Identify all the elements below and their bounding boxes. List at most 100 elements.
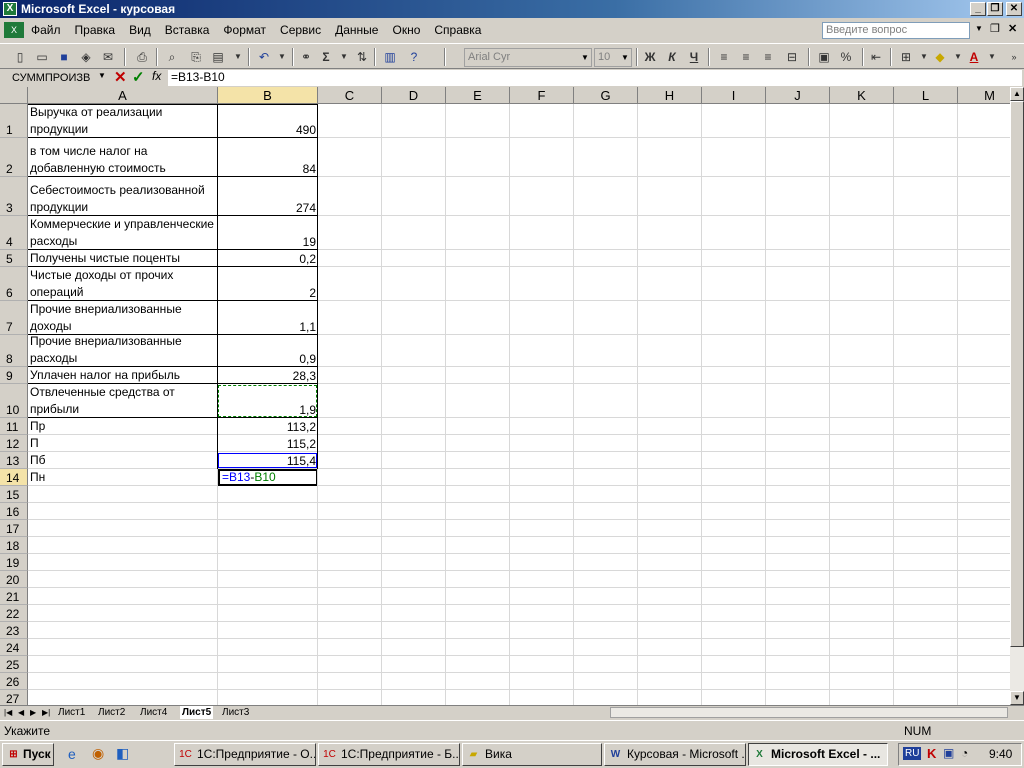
cell-b19[interactable] (218, 554, 318, 571)
cancel-icon[interactable]: ✕ (114, 68, 127, 86)
chart-icon[interactable]: ▥ (380, 48, 400, 66)
insert-function-button[interactable]: fx (152, 69, 161, 83)
column-header-f[interactable]: F (510, 87, 574, 104)
cell-a25[interactable] (28, 656, 218, 673)
menu-view[interactable]: Вид (122, 20, 158, 40)
start-button[interactable]: ⊞ Пуск (2, 743, 54, 766)
column-header-e[interactable]: E (446, 87, 510, 104)
row-header-14[interactable]: 14 (0, 469, 28, 486)
help-search-input[interactable]: Введите вопрос (822, 22, 970, 39)
name-box[interactable]: СУММПРОИЗВ (2, 70, 108, 86)
row-header-23[interactable]: 23 (0, 622, 28, 639)
font-dropdown-icon[interactable]: ▼ (579, 49, 591, 66)
row-header-21[interactable]: 21 (0, 588, 28, 605)
sort-icon[interactable]: ⇅ (352, 48, 372, 66)
menu-window[interactable]: Окно (385, 20, 427, 40)
cell-b5[interactable]: 0,2 (218, 250, 318, 267)
cell-b9[interactable]: 28,3 (218, 367, 318, 384)
align-center-icon[interactable]: ≡ (736, 48, 756, 66)
save-icon[interactable]: ■ (54, 48, 74, 66)
column-header-j[interactable]: J (766, 87, 830, 104)
row-header-6[interactable]: 6 (0, 267, 28, 301)
row-header-11[interactable]: 11 (0, 418, 28, 435)
restore-button[interactable]: ❐ (987, 2, 1003, 16)
menu-tools[interactable]: Сервис (273, 20, 328, 40)
italic-button[interactable]: К (662, 48, 682, 66)
row-header-5[interactable]: 5 (0, 250, 28, 267)
paste-dropdown-icon[interactable]: ▼ (228, 48, 248, 66)
row-header-9[interactable]: 9 (0, 367, 28, 384)
menu-data[interactable]: Данные (328, 20, 385, 40)
antivirus-icon[interactable]: K (927, 746, 936, 761)
row-header-10[interactable]: 10 (0, 384, 28, 418)
cell-a26[interactable] (28, 673, 218, 690)
cell-b26[interactable] (218, 673, 318, 690)
cell-a14[interactable]: Пн (28, 469, 218, 486)
column-header-c[interactable]: C (318, 87, 382, 104)
cell-b12[interactable]: 115,2 (218, 435, 318, 452)
sheet-tab-4[interactable]: Лист4 (140, 706, 167, 719)
cell-a16[interactable] (28, 503, 218, 520)
cell-b24[interactable] (218, 639, 318, 656)
copy-icon[interactable]: ⎘ (186, 48, 206, 66)
cell-a18[interactable] (28, 537, 218, 554)
close-button[interactable]: ✕ (1006, 2, 1022, 16)
cell-a2[interactable]: в том числе налог на добавленную стоимос… (28, 138, 218, 177)
row-header-19[interactable]: 19 (0, 554, 28, 571)
cell-b15[interactable] (218, 486, 318, 503)
font-color-icon[interactable]: A (964, 48, 984, 66)
column-header-i[interactable]: I (702, 87, 766, 104)
cell-b27[interactable] (218, 690, 318, 705)
row-header-22[interactable]: 22 (0, 605, 28, 622)
first-sheet-icon[interactable]: |◀ (4, 706, 12, 719)
undo-icon[interactable]: ↶ (254, 48, 274, 66)
menu-insert[interactable]: Вставка (158, 20, 217, 40)
cell-b7[interactable]: 1,1 (218, 301, 318, 335)
column-header-h[interactable]: H (638, 87, 702, 104)
print-icon[interactable]: ⎙ (132, 48, 152, 66)
select-all-corner[interactable] (0, 87, 28, 104)
formula-input[interactable]: =B13-B10 (168, 70, 1022, 86)
cell-b25[interactable] (218, 656, 318, 673)
autosum-icon[interactable]: Σ (316, 48, 336, 66)
row-header-12[interactable]: 12 (0, 435, 28, 452)
row-header-25[interactable]: 25 (0, 656, 28, 673)
cell-b20[interactable] (218, 571, 318, 588)
prev-sheet-icon[interactable]: ◀ (18, 706, 24, 719)
task-folder[interactable]: ▰ Вика (462, 743, 602, 766)
task-word[interactable]: W Курсовая - Microsoft ... (604, 743, 746, 766)
column-header-l[interactable]: L (894, 87, 958, 104)
undo-dropdown-icon[interactable]: ▼ (272, 48, 292, 66)
font-combo[interactable]: Arial Cyr ▼ (464, 48, 592, 67)
cell-a20[interactable] (28, 571, 218, 588)
last-sheet-icon[interactable]: ▶| (42, 706, 50, 719)
column-header-m[interactable]: M (958, 87, 1010, 104)
desktop-icon[interactable]: ◧ (116, 745, 129, 762)
minimize-button[interactable]: _ (970, 2, 986, 16)
row-header-17[interactable]: 17 (0, 520, 28, 537)
column-header-d[interactable]: D (382, 87, 446, 104)
cell-a11[interactable]: Пр (28, 418, 218, 435)
cell-b2[interactable]: 84 (218, 138, 318, 177)
column-header-a[interactable]: A (28, 87, 218, 104)
cell-b8[interactable]: 0,9 (218, 335, 318, 367)
doc-restore-icon[interactable]: ❐ (990, 22, 1000, 35)
cell-b17[interactable] (218, 520, 318, 537)
cell-b3[interactable]: 274 (218, 177, 318, 216)
cell-b16[interactable] (218, 503, 318, 520)
horizontal-scrollbar[interactable] (610, 707, 1008, 718)
align-right-icon[interactable]: ≡ (758, 48, 778, 66)
cell-b18[interactable] (218, 537, 318, 554)
doc-close-icon[interactable]: ✕ (1008, 22, 1017, 35)
scroll-down-icon[interactable]: ▼ (1010, 691, 1024, 705)
sheet-tab-2[interactable]: Лист2 (98, 706, 125, 719)
cell-a13[interactable]: Пб (28, 452, 218, 469)
language-indicator[interactable]: RU (903, 747, 922, 760)
scroll-thumb[interactable] (1010, 101, 1024, 647)
row-header-27[interactable]: 27 (0, 690, 28, 705)
menu-help[interactable]: Справка (427, 20, 488, 40)
cell-a23[interactable] (28, 622, 218, 639)
currency-icon[interactable]: ▣ (814, 48, 834, 66)
borders-icon[interactable]: ⊞ (896, 48, 916, 66)
cell-a10[interactable]: Отвлеченные средства от прибыли (28, 384, 218, 418)
